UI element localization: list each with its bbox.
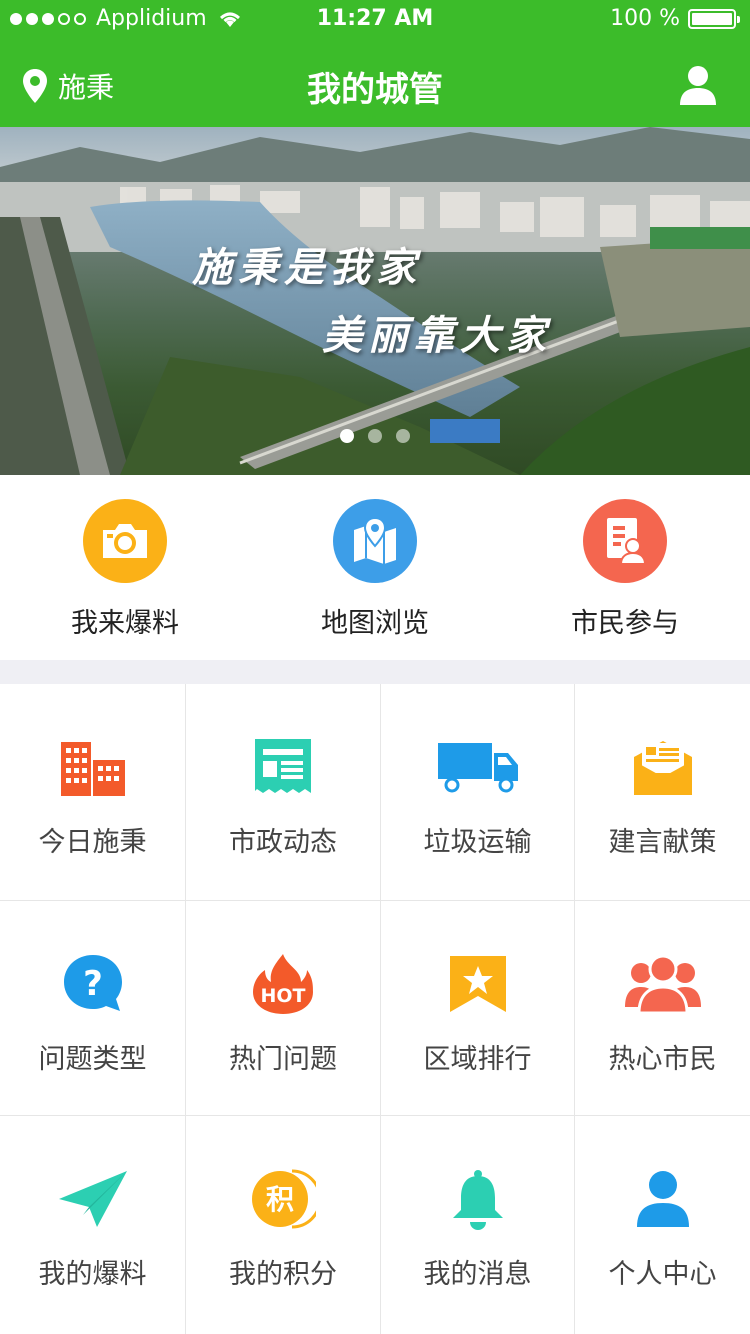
svg-text:?: ? <box>83 964 103 1004</box>
page-title: 我的城管 <box>307 70 443 110</box>
grid-item-label: 市政动态 <box>229 827 337 858</box>
pager-dot[interactable] <box>340 429 354 443</box>
grid-item-today[interactable]: 今日施秉 <box>0 684 186 901</box>
grid-item-label: 垃圾运输 <box>423 827 532 858</box>
question-icon: ? <box>0 951 185 1017</box>
truck-icon <box>381 734 574 800</box>
grid-item-label: 我的爆料 <box>38 1259 147 1290</box>
newspaper-icon <box>186 734 380 800</box>
user-profile-icon[interactable] <box>678 64 718 106</box>
quick-actions: 我来爆料 地图浏览 市民参与 <box>0 475 750 660</box>
person-icon <box>575 1166 750 1232</box>
feature-grid: 今日施秉 市政动态 垃圾运输 建言献策 ? 问题类型 HOT 热门问题 区域排行… <box>0 684 750 1334</box>
grid-item-label: 问题类型 <box>38 1044 147 1075</box>
banner-slogan-line1: 施秉是我家 <box>192 244 422 291</box>
quick-action-participate[interactable]: 市民参与 <box>500 475 750 660</box>
grid-item-label: 我的积分 <box>229 1259 337 1290</box>
grid-item-my-messages[interactable]: 我的消息 <box>381 1116 575 1334</box>
grid-item-my-reports[interactable]: 我的爆料 <box>0 1116 186 1334</box>
grid-item-label: 我的消息 <box>423 1259 532 1290</box>
grid-item-label: 建言献策 <box>608 827 717 858</box>
quick-action-label: 我来爆料 <box>71 608 179 639</box>
map-pin-icon <box>333 499 417 583</box>
grid-item-label: 热心市民 <box>608 1044 717 1075</box>
mail-icon <box>575 734 750 800</box>
points-icon: 积 <box>186 1166 380 1232</box>
pager-dot[interactable] <box>368 429 382 443</box>
battery-percent: 100 % <box>610 6 680 31</box>
points-badge-text: 积 <box>266 1183 294 1216</box>
battery-icon <box>688 8 740 29</box>
carousel-pager[interactable] <box>0 429 750 443</box>
building-icon <box>0 734 185 800</box>
banner-slogan-line2: 美丽靠大家 <box>322 312 552 359</box>
bell-icon <box>381 1166 574 1232</box>
grid-item-municipal-news[interactable]: 市政动态 <box>186 684 381 901</box>
camera-icon <box>83 499 167 583</box>
quick-action-label: 市民参与 <box>571 608 679 639</box>
grid-item-hot-issues[interactable]: HOT 热门问题 <box>186 901 381 1116</box>
people-icon <box>575 951 750 1017</box>
grid-item-suggestions[interactable]: 建言献策 <box>575 684 750 901</box>
grid-item-garbage-transport[interactable]: 垃圾运输 <box>381 684 575 901</box>
grid-item-area-ranking[interactable]: 区域排行 <box>381 901 575 1116</box>
banner-carousel[interactable]: 施秉是我家 美丽靠大家 <box>0 127 750 475</box>
paper-plane-icon <box>0 1166 185 1232</box>
banner-image <box>0 127 750 475</box>
hot-flame-icon: HOT <box>186 951 380 1017</box>
pager-dot[interactable] <box>396 429 410 443</box>
star-ribbon-icon <box>381 951 574 1017</box>
grid-item-label: 今日施秉 <box>38 827 147 858</box>
quick-action-label: 地图浏览 <box>321 608 429 639</box>
nav-bar: 施秉 我的城管 <box>0 40 750 127</box>
grid-item-active-citizens[interactable]: 热心市民 <box>575 901 750 1116</box>
form-user-icon <box>583 499 667 583</box>
hot-badge-text: HOT <box>260 985 305 1007</box>
grid-item-label: 区域排行 <box>423 1044 532 1075</box>
section-divider <box>0 660 750 684</box>
grid-item-issue-types[interactable]: ? 问题类型 <box>0 901 186 1116</box>
grid-item-label: 热门问题 <box>229 1044 337 1075</box>
grid-item-label: 个人中心 <box>608 1259 717 1290</box>
quick-action-report[interactable]: 我来爆料 <box>0 475 250 660</box>
status-bar: Applidium 11:27 AM 100 % <box>0 0 750 40</box>
grid-item-my-points[interactable]: 积 我的积分 <box>186 1116 381 1334</box>
grid-item-personal-center[interactable]: 个人中心 <box>575 1116 750 1334</box>
quick-action-map[interactable]: 地图浏览 <box>250 475 500 660</box>
